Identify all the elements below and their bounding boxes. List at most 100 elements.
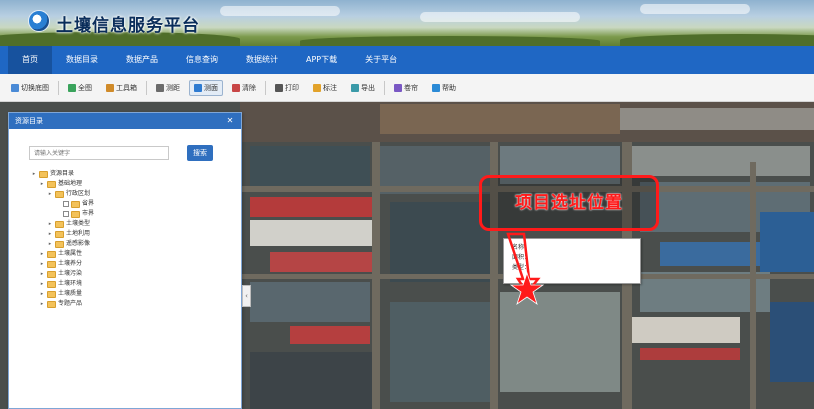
feature-popup: 名称： 面积： 类型： bbox=[503, 238, 641, 284]
app-window: 土壤信息服务平台 首页 数据目录 数据产品 信息查询 数据统计 APP下载 关于平台 切换底… bbox=[0, 0, 814, 409]
folder-icon bbox=[55, 220, 64, 228]
toolbar-button-1[interactable]: 全图 bbox=[63, 80, 97, 96]
tree-node[interactable]: ▸ 专题产品 bbox=[31, 299, 94, 309]
globe-icon bbox=[68, 83, 76, 92]
toolbar-button-label: 测面 bbox=[204, 83, 218, 92]
tree-node[interactable]: ▸ 土壤属性 bbox=[31, 249, 94, 259]
nav-item-0[interactable]: 首页 bbox=[8, 46, 52, 74]
toolbar-button-4[interactable]: 测面 bbox=[189, 79, 223, 96]
tree-node[interactable]: ▸ 土壤养分 bbox=[31, 259, 94, 269]
folder-icon bbox=[71, 200, 80, 208]
expand-icon[interactable]: ▸ bbox=[39, 269, 45, 279]
expand-icon[interactable]: ▸ bbox=[39, 249, 45, 259]
tree-node[interactable]: ▸ 土壤环境 bbox=[31, 279, 94, 289]
folder-icon bbox=[47, 270, 56, 278]
export-icon bbox=[351, 83, 359, 92]
map-toolbar: 切换底图 全图 工具箱 测距 测面 清除 打印 标注 导出 卷帘 帮助 bbox=[0, 74, 814, 102]
toolbar-button-10[interactable]: 帮助 bbox=[427, 80, 461, 96]
nav-item-2[interactable]: 数据产品 bbox=[112, 46, 172, 74]
tree-node-label: 土壤类型 bbox=[66, 220, 91, 227]
nav-item-1[interactable]: 数据目录 bbox=[52, 46, 112, 74]
tree-node-label: 土壤属性 bbox=[58, 250, 83, 257]
tree-node-label: 省界 bbox=[82, 200, 95, 207]
expand-icon[interactable]: ▸ bbox=[31, 169, 37, 179]
nav-item-5[interactable]: APP下载 bbox=[292, 46, 351, 74]
tree-node-label: 土壤污染 bbox=[58, 270, 83, 277]
expand-icon[interactable]: ▸ bbox=[47, 239, 53, 249]
folder-icon bbox=[47, 180, 56, 188]
help-icon bbox=[432, 83, 440, 92]
nav-item-4[interactable]: 数据统计 bbox=[232, 46, 292, 74]
toolbar-button-0[interactable]: 切换底图 bbox=[6, 80, 54, 96]
collapse-panel-button[interactable]: ‹ bbox=[242, 285, 251, 307]
nav-item-3[interactable]: 信息查询 bbox=[172, 46, 232, 74]
panel-header: 资源目录 ✕ bbox=[9, 113, 241, 129]
search-input[interactable] bbox=[29, 146, 169, 160]
eraser-icon bbox=[232, 83, 240, 92]
toolbar-button-2[interactable]: 工具箱 bbox=[101, 80, 142, 96]
toolbar-button-7[interactable]: 标注 bbox=[308, 80, 342, 96]
annotation-label: 项目选址位置 bbox=[515, 193, 623, 213]
toolbar-separator bbox=[384, 80, 385, 95]
tree-node[interactable]: 市界 bbox=[31, 209, 94, 219]
toolbar-button-label: 导出 bbox=[361, 83, 375, 92]
folder-icon bbox=[55, 240, 64, 248]
tree-node[interactable]: ▸ 土壤类型 bbox=[31, 219, 94, 229]
close-icon[interactable]: ✕ bbox=[225, 113, 235, 129]
tree-node[interactable]: ▸ 行政区划 bbox=[31, 189, 94, 199]
folder-icon bbox=[47, 260, 56, 268]
toolbar-button-9[interactable]: 卷帘 bbox=[389, 80, 423, 96]
tree-node-label: 土地利用 bbox=[66, 230, 91, 237]
toolbar-button-6[interactable]: 打印 bbox=[270, 80, 304, 96]
tree-node-label: 遥感影像 bbox=[66, 240, 91, 247]
swipe-icon bbox=[394, 83, 402, 92]
main-nav: 首页 数据目录 数据产品 信息查询 数据统计 APP下载 关于平台 bbox=[0, 46, 814, 74]
search-button[interactable]: 搜索 bbox=[187, 145, 213, 161]
toolbar-button-label: 打印 bbox=[285, 83, 299, 92]
tree-node-label: 土壤养分 bbox=[58, 260, 83, 267]
expand-icon[interactable]: ▸ bbox=[47, 189, 53, 199]
tree-node[interactable]: ▸ 土地利用 bbox=[31, 229, 94, 239]
popup-line: 名称： bbox=[512, 244, 531, 251]
search-row: 搜索 bbox=[29, 145, 213, 161]
pin-icon bbox=[313, 83, 321, 92]
tree-node[interactable]: 省界 bbox=[31, 199, 94, 209]
area-icon bbox=[194, 83, 202, 92]
expand-icon[interactable]: ▸ bbox=[47, 229, 53, 239]
logo-icon[interactable] bbox=[28, 10, 50, 32]
tree-node-label: 市界 bbox=[82, 210, 95, 217]
tree-node-label: 资源目录 bbox=[50, 170, 75, 177]
tree-node[interactable]: ▸ 资源目录 bbox=[31, 169, 94, 179]
tree-node[interactable]: ▸ 遥感影像 bbox=[31, 239, 94, 249]
toolbar-separator bbox=[58, 80, 59, 95]
toolbar-button-5[interactable]: 清除 bbox=[227, 80, 261, 96]
expand-icon[interactable]: ▸ bbox=[39, 289, 45, 299]
folder-icon bbox=[55, 230, 64, 238]
expand-icon[interactable]: ▸ bbox=[39, 259, 45, 269]
toolbar-button-8[interactable]: 导出 bbox=[346, 80, 380, 96]
toolbar-separator bbox=[265, 80, 266, 95]
popup-line: 类型： bbox=[512, 264, 531, 271]
tree-node[interactable]: ▸ 基础地理 bbox=[31, 179, 94, 189]
expand-icon[interactable]: ▸ bbox=[47, 219, 53, 229]
panel-title: 资源目录 bbox=[15, 117, 43, 125]
app-title: 土壤信息服务平台 bbox=[56, 16, 200, 36]
tree-node-label: 土壤环境 bbox=[58, 280, 83, 287]
nav-item-6[interactable]: 关于平台 bbox=[351, 46, 411, 74]
tree-node[interactable]: ▸ 土壤质量 bbox=[31, 289, 94, 299]
folder-icon bbox=[71, 210, 80, 218]
expand-icon[interactable]: ▸ bbox=[39, 299, 45, 309]
expand-icon[interactable]: ▸ bbox=[39, 179, 45, 189]
resource-panel: 资源目录 ✕ 搜索 ▸资源目录▸基础地理▸行政区划省界市界▸土壤类型▸土地利用▸… bbox=[8, 112, 242, 409]
layer-checkbox[interactable] bbox=[63, 211, 69, 217]
toolbar-button-label: 帮助 bbox=[442, 83, 456, 92]
tree-node-label: 基础地理 bbox=[58, 180, 83, 187]
toolbar-button-3[interactable]: 测距 bbox=[151, 80, 185, 96]
tree-node[interactable]: ▸ 土壤污染 bbox=[31, 269, 94, 279]
layer-checkbox[interactable] bbox=[63, 201, 69, 207]
folder-icon bbox=[55, 190, 64, 198]
ruler-icon bbox=[156, 83, 164, 92]
annotation-callout: 项目选址位置 bbox=[479, 175, 659, 231]
folder-icon bbox=[47, 280, 56, 288]
expand-icon[interactable]: ▸ bbox=[39, 279, 45, 289]
